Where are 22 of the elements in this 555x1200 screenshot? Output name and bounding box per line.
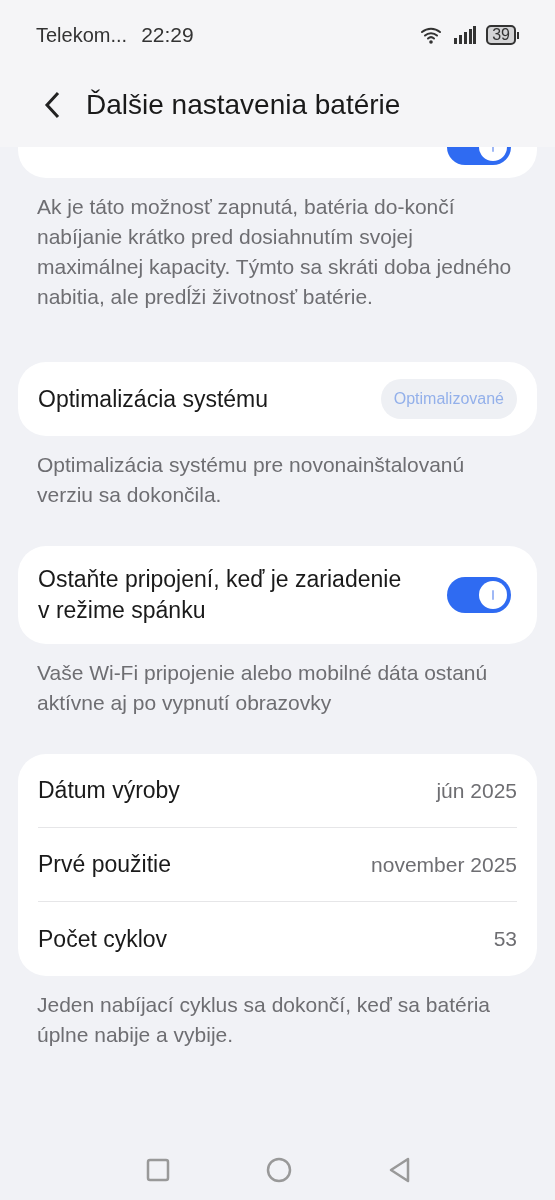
battery-icon: 39 <box>486 25 519 45</box>
description-text: Ak je táto možnosť zapnutá, batéria do-končí nabíjanie krátko pred dosiahnutím svojej maximálnej kapacity. Týmto sa skráti doba jedného nabitia, ale predĺži životnosť batérie. <box>36 194 513 310</box>
recents-icon[interactable] <box>145 1158 170 1182</box>
back-icon[interactable] <box>44 91 60 119</box>
toggle-switch[interactable] <box>447 577 511 613</box>
clock-time: 22:29 <box>141 22 194 49</box>
page-title: Ďalšie nastavenia batérie <box>86 88 401 122</box>
status-badge: Optimalizované <box>380 379 517 419</box>
description-text: Jeden nabíjací cyklus sa dokončí, keď sa batéria úplne nabije a vybije. <box>36 992 491 1048</box>
setting-label: Optimalizácia systému <box>38 384 269 414</box>
info-label: Počet cyklov <box>38 924 168 954</box>
info-value: jún 2025 <box>436 777 517 804</box>
info-value: 53 <box>493 926 517 953</box>
description-text: Vaše Wi-Fi pripojenie alebo mobilné dáta ostanú aktívne aj po vypnutí obrazovky <box>36 660 489 716</box>
home-icon[interactable] <box>265 1157 292 1183</box>
signal-icon <box>454 26 477 44</box>
info-label: Dátum výroby <box>38 776 180 806</box>
info-label: Prvé použitie <box>38 850 171 880</box>
carrier-name: Telekom... <box>36 23 128 48</box>
setting-label: Ostaňte pripojení, keď je zariadenie v režime spánku <box>38 565 403 625</box>
description-text: Optimalizácia systému pre novonainštalovanú verziu sa dokončila. <box>36 452 466 508</box>
info-value: november 2025 <box>371 851 517 878</box>
